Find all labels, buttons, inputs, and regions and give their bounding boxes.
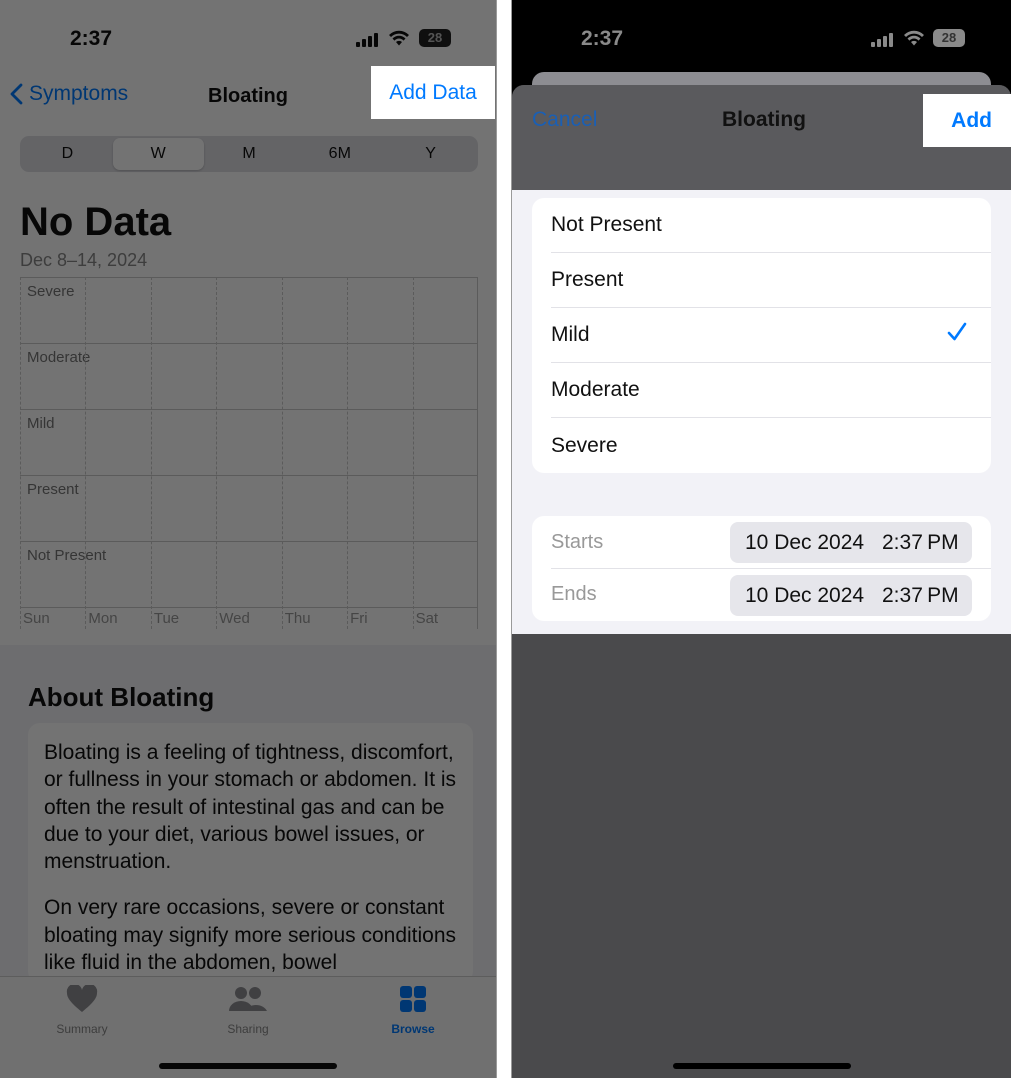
option-mild[interactable]: Mild: [551, 308, 991, 363]
status-time: 2:37: [70, 27, 113, 50]
back-label: Symptoms: [29, 82, 129, 105]
segment-week[interactable]: W: [112, 138, 204, 170]
cellular-signal-icon: [356, 33, 378, 47]
status-bar: 2:37 28: [512, 0, 1011, 70]
chart-gridline: [20, 277, 21, 629]
date-time-section: Starts 10 Dec 2024 2:37 PM Ends 10 Dec 2…: [532, 516, 991, 621]
tab-sharing[interactable]: Sharing: [198, 985, 298, 1036]
y-axis-label: Moderate: [27, 349, 91, 366]
chart-gridline: [20, 409, 478, 410]
page-title: Bloating: [208, 85, 288, 107]
about-title: About Bloating: [28, 682, 215, 712]
battery-icon: 28: [419, 29, 451, 47]
chart-gridline: [412, 277, 414, 629]
option-label: Not Present: [551, 213, 662, 236]
tab-label: Summary: [56, 1022, 108, 1036]
x-axis-label: Sun: [23, 610, 50, 627]
wifi-icon: [389, 30, 409, 46]
home-indicator: [159, 1063, 337, 1069]
segment-6-months[interactable]: 6M: [294, 138, 385, 170]
x-axis-label: Thu: [284, 610, 311, 627]
y-axis-label: Not Present: [27, 547, 107, 564]
segment-month[interactable]: M: [204, 138, 295, 170]
option-label: Moderate: [551, 378, 640, 401]
status-bar: 2:37 28: [0, 0, 496, 70]
heart-icon: [66, 983, 98, 1012]
chart-gridline: [150, 277, 152, 629]
severity-options-list: Not Present Present Mild Moderate Severe: [532, 198, 991, 473]
segment-day[interactable]: D: [22, 138, 113, 170]
tab-label: Browse: [391, 1022, 435, 1036]
add-button[interactable]: Add: [923, 94, 1011, 147]
x-axis-label: Tue: [153, 610, 180, 627]
modal-sheet: Cancel Bloating Not Present Present Mild…: [512, 85, 1011, 1078]
segment-year[interactable]: Y: [385, 138, 476, 170]
chart-gridline: [477, 277, 478, 629]
ends-datetime-picker[interactable]: 10 Dec 2024 2:37 PM: [730, 575, 972, 616]
tab-bar: Summary Sharing Browse: [0, 976, 496, 1078]
starts-time[interactable]: 2:37 PM: [882, 531, 959, 555]
chart-gridline: [20, 343, 478, 344]
option-label: Present: [551, 268, 624, 291]
y-axis-label: Present: [27, 481, 79, 498]
x-axis-label: Sat: [415, 610, 439, 627]
cancel-button[interactable]: Cancel: [532, 108, 597, 132]
grid-icon: [400, 986, 426, 1012]
summary-value: No Data: [20, 200, 172, 244]
about-paragraph: On very rare occasions, severe or consta…: [44, 896, 457, 975]
people-icon: [229, 987, 267, 1011]
add-data-button[interactable]: Add Data: [371, 66, 495, 119]
wifi-icon: [904, 30, 924, 46]
chart-gridline: [216, 277, 218, 629]
x-axis-label: Wed: [219, 610, 250, 627]
tab-browse[interactable]: Browse: [363, 985, 463, 1036]
back-button[interactable]: Symptoms: [10, 82, 128, 106]
starts-date[interactable]: 10 Dec 2024: [745, 531, 864, 555]
ends-label: Ends: [551, 583, 597, 605]
x-axis-label: Mon: [88, 610, 118, 627]
option-severe[interactable]: Severe: [551, 418, 991, 473]
chart-gridline: [347, 277, 349, 629]
tab-label: Sharing: [227, 1022, 269, 1036]
option-not-present[interactable]: Not Present: [551, 198, 991, 253]
ends-time[interactable]: 2:37 PM: [882, 584, 959, 608]
starts-label: Starts: [551, 530, 604, 553]
status-time: 2:37: [581, 27, 624, 50]
chart-gridline: [20, 277, 478, 278]
option-moderate[interactable]: Moderate: [551, 363, 991, 418]
about-paragraph: Bloating is a feeling of tightness, disc…: [44, 741, 457, 874]
y-axis-label: Mild: [27, 415, 55, 432]
chevron-left-icon: [10, 83, 23, 105]
starts-row: Starts 10 Dec 2024 2:37 PM: [532, 516, 991, 568]
health-bloating-screen: 2:37 28 Symptoms Bloating D W M 6M Y No …: [0, 0, 497, 1078]
ends-row: Ends 10 Dec 2024 2:37 PM: [551, 568, 991, 620]
time-range-segmented-control: D W M 6M Y: [20, 136, 478, 172]
starts-datetime-picker[interactable]: 10 Dec 2024 2:37 PM: [730, 522, 972, 563]
option-present[interactable]: Present: [551, 253, 991, 308]
battery-icon: 28: [933, 29, 965, 47]
ends-date[interactable]: 10 Dec 2024: [745, 584, 864, 608]
sheet-body: Not Present Present Mild Moderate Severe…: [512, 190, 1011, 634]
cellular-signal-icon: [871, 33, 893, 47]
chart-gridline: [20, 475, 478, 476]
option-label: Mild: [551, 323, 590, 346]
chart-gridline: [20, 541, 478, 542]
sheet-title: Bloating: [722, 108, 806, 131]
option-label: Severe: [551, 433, 618, 457]
x-axis-label: Fri: [350, 610, 368, 627]
date-range: Dec 8–14, 2024: [20, 250, 148, 270]
checkmark-icon: [947, 322, 967, 341]
tab-summary[interactable]: Summary: [32, 983, 132, 1036]
about-card: Bloating is a feeling of tightness, disc…: [28, 723, 473, 983]
chart-gridline: [85, 277, 87, 629]
add-symptom-sheet-screen: 2:37 28 Cancel Bloating Not Present Pres…: [511, 0, 1011, 1078]
home-indicator: [673, 1063, 851, 1069]
symptom-chart[interactable]: Severe Moderate Mild Present Not Present Sun M…: [20, 277, 478, 629]
y-axis-label: Severe: [27, 283, 75, 300]
chart-baseline: [20, 607, 478, 608]
chart-gridline: [281, 277, 283, 629]
